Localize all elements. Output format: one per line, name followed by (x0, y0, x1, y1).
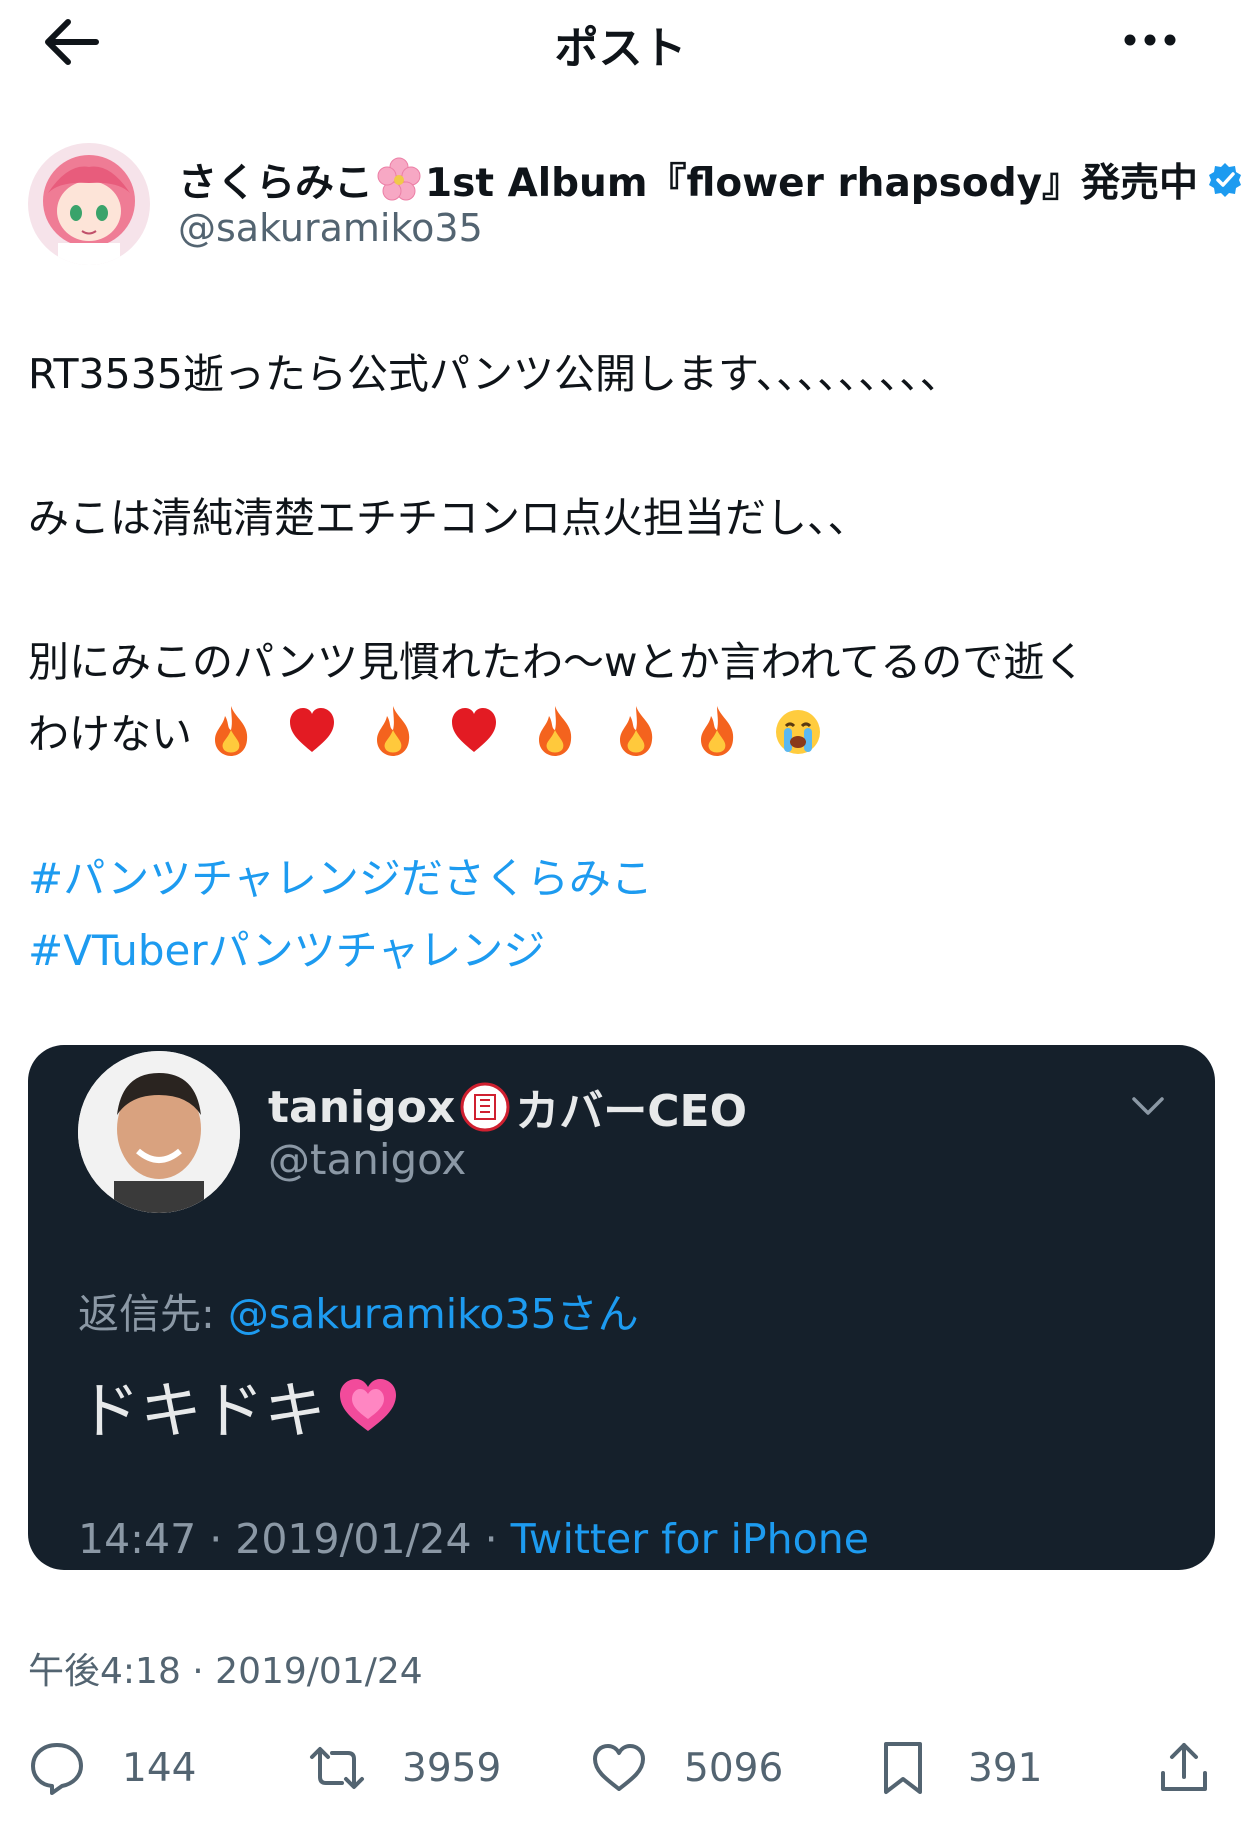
chevron-down-icon (1132, 1097, 1164, 1115)
share-icon (1161, 1743, 1207, 1791)
quoted-post-text: ドキドキ (78, 1360, 402, 1450)
quoted-reply-mention: @sakuramiko35さん (227, 1290, 639, 1338)
quoted-author-handle: @tanigox (268, 1135, 467, 1184)
cherry-blossom-icon (377, 157, 421, 201)
repost-icon (310, 1747, 364, 1789)
heart-icon (593, 1744, 645, 1791)
fire-icon (701, 706, 734, 756)
like-button[interactable]: 5096 (590, 1732, 783, 1804)
reply-button[interactable]: 144 (28, 1732, 196, 1804)
tweet-line-3: 別にみこのパンツ見慣れたわ〜wとか言われてるので逝く (28, 638, 1086, 686)
like-count: 5096 (684, 1745, 784, 1791)
fire-icon (539, 706, 572, 756)
author-name-suffix: 1st Album『flower rhapsody』発売中 (425, 161, 1199, 206)
top-bar: ポスト (0, 0, 1241, 80)
fire-icon (620, 706, 653, 756)
repost-button[interactable]: 3959 (308, 1732, 501, 1804)
tweet-line-2: みこは清純清楚エチチコンロ点火担当だし、、 (28, 494, 869, 542)
tweet-line-4-text: わけない (28, 710, 192, 758)
fire-icon (215, 706, 248, 756)
hashtag-link[interactable]: #パンツチャレンジださくらみこ (28, 845, 653, 906)
seal-icon (460, 1082, 510, 1132)
reply-icon (31, 1743, 83, 1795)
verified-badge-icon (1209, 163, 1241, 197)
quoted-post-body: ドキドキ (78, 1374, 327, 1447)
page-title: ポスト (554, 23, 687, 74)
tweet-line-4: わけない (28, 698, 1208, 770)
post-timestamp[interactable]: 午後4:18 · 2019/01/24 (28, 1642, 423, 1694)
quoted-post-image[interactable]: tanigox カバーCEO @tanigox 返信先: @sakuramiko… (28, 1045, 1215, 1570)
author-name-text: さくらみこ (178, 161, 374, 206)
bookmark-button[interactable]: 391 (874, 1732, 1042, 1804)
red-heart-icon (290, 708, 335, 752)
more-horizontal-icon (1124, 34, 1176, 46)
quoted-author-name: tanigox カバーCEO (268, 1075, 747, 1139)
red-heart-icon (452, 708, 497, 752)
quoted-author-name-suffix: カバーCEO (515, 1086, 748, 1137)
quoted-post-meta: 14:47 · 2019/01/24 · Twitter for iPhone (78, 1515, 869, 1563)
quoted-post-source: Twitter for iPhone (510, 1515, 869, 1563)
quoted-post-time: 14:47 · 2019/01/24 · (78, 1515, 511, 1563)
quoted-author-name-text: tanigox (268, 1081, 456, 1133)
author-avatar-image (28, 143, 150, 265)
bookmark-icon (884, 1742, 922, 1794)
reply-count: 144 (122, 1745, 197, 1791)
author-avatar[interactable] (28, 143, 150, 265)
tweet-line-1: RT3535逝ったら公式パンツ公開します、、、、、、、、、 (28, 350, 961, 398)
quoted-author-avatar (78, 1051, 240, 1213)
quoted-reply-to: 返信先: @sakuramiko35さん (78, 1280, 639, 1340)
author-display-name[interactable]: さくらみこ 1st Album『flower rhapsody』発売中 (178, 152, 1241, 208)
fire-icon (377, 706, 410, 756)
quoted-author-avatar-image (78, 1051, 240, 1213)
hashtag-link[interactable]: #VTuberパンツチャレンジ (28, 917, 545, 978)
tweet-text: RT3535逝ったら公式パンツ公開します、、、、、、、、、 みこは清純清楚エチチ… (28, 338, 1208, 770)
quoted-reply-prefix: 返信先: (78, 1290, 228, 1338)
loudly-crying-face-icon (776, 710, 821, 754)
bookmark-count: 391 (968, 1745, 1043, 1791)
more-options-button[interactable] (1120, 18, 1180, 62)
author-handle[interactable]: @sakuramiko35 (178, 206, 483, 250)
growing-heart-icon (340, 1379, 397, 1431)
share-button[interactable] (1155, 1732, 1213, 1804)
repost-count: 3959 (402, 1745, 502, 1791)
